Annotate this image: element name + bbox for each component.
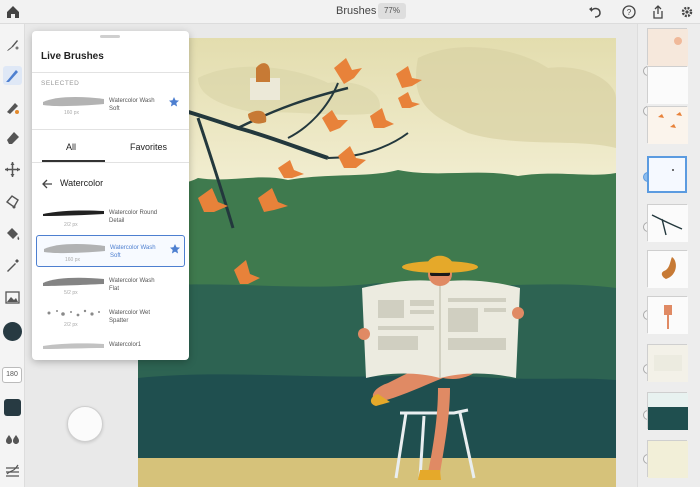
brush-item[interactable]: 5/2 px Watercolor Wash Flat bbox=[36, 269, 185, 301]
layer-thumbnail-active[interactable] bbox=[647, 156, 687, 193]
artwork bbox=[138, 38, 616, 487]
brush-item[interactable]: Watercolor1 bbox=[36, 333, 185, 360]
eraser-icon[interactable] bbox=[3, 128, 22, 147]
image-icon[interactable] bbox=[3, 288, 22, 307]
brush-size-value[interactable]: 180 bbox=[2, 367, 22, 383]
selected-section-label: SELECTED bbox=[41, 80, 80, 87]
zoom-level[interactable]: 77% bbox=[378, 3, 406, 19]
panel-title: Live Brushes bbox=[41, 51, 104, 62]
selected-brush[interactable]: 160 px Watercolor Wash Soft bbox=[36, 89, 185, 121]
brush-item-selected[interactable]: 160 px Watercolor Wash Soft bbox=[36, 235, 185, 267]
top-bar: Brushes 77% ? bbox=[0, 0, 700, 24]
help-icon[interactable]: ? bbox=[620, 3, 638, 21]
layer-thumbnail[interactable] bbox=[647, 296, 688, 334]
color-swatch[interactable] bbox=[3, 322, 22, 341]
brush-size-label: 2/2 px bbox=[64, 322, 78, 328]
brush-settings-icon[interactable] bbox=[3, 461, 22, 480]
brush-stroke-preview bbox=[47, 309, 100, 317]
svg-text:?: ? bbox=[627, 8, 632, 17]
brush-size-label: 160 px bbox=[65, 257, 81, 263]
brush-item[interactable]: 2/2 px Watercolor Round Detail bbox=[36, 201, 185, 233]
panel-drag-handle[interactable] bbox=[100, 35, 120, 38]
back-arrow-icon[interactable] bbox=[41, 178, 53, 190]
brush-item[interactable]: 2/2 px Watercolor Wet Spatter bbox=[36, 301, 185, 333]
tab-favorites[interactable]: Favorites bbox=[130, 142, 167, 152]
lasso-icon[interactable] bbox=[3, 192, 22, 211]
favorite-star-icon[interactable] bbox=[168, 96, 180, 108]
layer-thumbnail[interactable] bbox=[647, 66, 688, 104]
app-window: Brushes 77% ? 180 Live Brushes SELECTED … bbox=[0, 0, 700, 487]
brush-size-label: 2/2 px bbox=[64, 222, 78, 228]
live-brushes-panel: Live Brushes SELECTED 160 px Watercolor … bbox=[32, 31, 189, 360]
brush-name: Watercolor Wash Soft bbox=[110, 245, 156, 259]
undo-icon[interactable] bbox=[586, 3, 604, 21]
droplets-icon[interactable] bbox=[3, 429, 22, 448]
favorite-star-icon[interactable] bbox=[169, 243, 181, 255]
divider bbox=[32, 72, 189, 73]
layer-thumbnail[interactable] bbox=[647, 392, 688, 430]
brush-stroke-preview bbox=[43, 343, 104, 349]
layer-thumbnail[interactable] bbox=[647, 106, 688, 144]
layer-thumbnail[interactable] bbox=[647, 250, 688, 288]
brush-name: Watercolor Wash Flat bbox=[109, 278, 155, 292]
tab-all[interactable]: All bbox=[66, 142, 76, 152]
left-toolbar: 180 bbox=[0, 24, 25, 487]
layer-thumbnail[interactable] bbox=[647, 28, 688, 66]
divider bbox=[32, 162, 189, 163]
paint-bucket-icon[interactable] bbox=[3, 224, 22, 243]
divider bbox=[32, 129, 189, 130]
brush-name: Watercolor1 bbox=[109, 342, 142, 348]
paint-brush-icon[interactable] bbox=[3, 36, 22, 55]
brush-stroke-preview bbox=[43, 277, 104, 286]
layer-thumbnail[interactable] bbox=[647, 204, 688, 242]
share-icon[interactable] bbox=[649, 3, 667, 21]
layers-panel bbox=[637, 24, 700, 487]
document-title: Brushes bbox=[336, 5, 377, 17]
home-icon[interactable] bbox=[4, 3, 22, 21]
secondary-color-swatch[interactable] bbox=[4, 399, 21, 416]
brush-size-label: 160 px bbox=[64, 110, 80, 116]
settings-icon[interactable] bbox=[678, 3, 696, 21]
layer-thumbnail[interactable] bbox=[647, 440, 688, 478]
brush-category: Watercolor bbox=[60, 178, 104, 188]
brush-stroke-preview bbox=[43, 97, 104, 107]
fill-brush-icon[interactable] bbox=[3, 98, 22, 117]
drawing-canvas[interactable] bbox=[138, 38, 616, 487]
brush-selected-icon[interactable] bbox=[3, 66, 22, 85]
brush-name: Watercolor Round Detail bbox=[109, 210, 158, 224]
brush-size-label: 5/2 px bbox=[64, 290, 78, 296]
modifier-touch-button[interactable] bbox=[67, 406, 103, 442]
brush-name: Watercolor Wash Soft bbox=[109, 98, 155, 112]
eyedropper-icon[interactable] bbox=[3, 256, 22, 275]
brush-stroke-preview bbox=[43, 210, 104, 216]
brush-name: Watercolor Wet Spatter bbox=[109, 310, 151, 324]
brush-stroke-preview bbox=[44, 244, 105, 254]
layer-thumbnail[interactable] bbox=[647, 344, 688, 382]
move-icon[interactable] bbox=[3, 160, 22, 179]
